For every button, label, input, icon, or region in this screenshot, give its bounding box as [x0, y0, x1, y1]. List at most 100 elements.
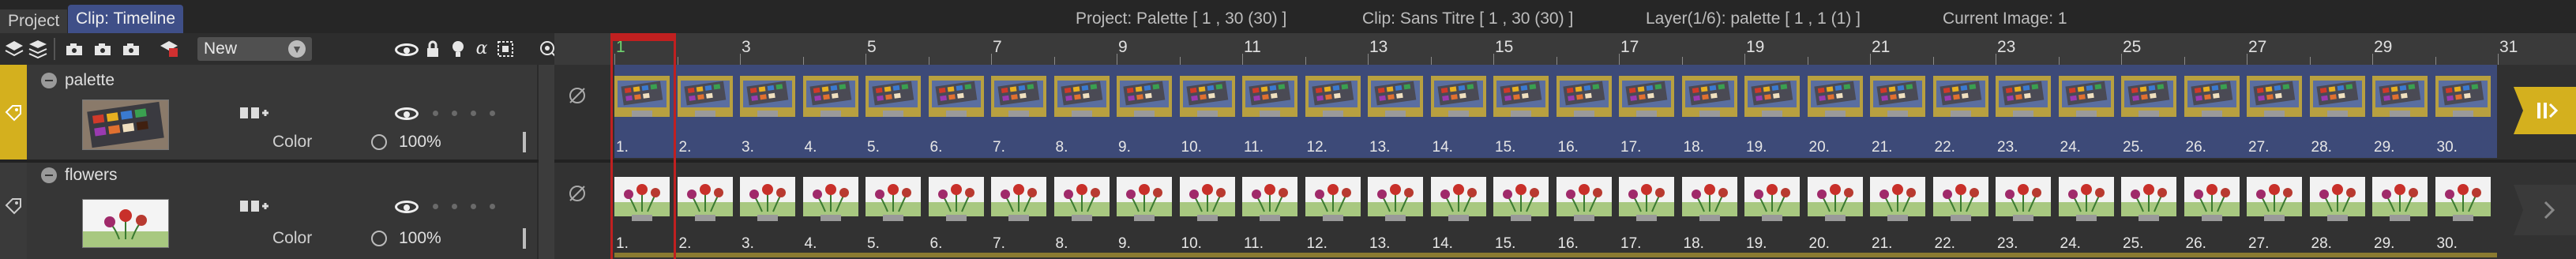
flowers-frame[interactable] [1556, 177, 1612, 226]
collapse-icon[interactable] [41, 73, 57, 88]
palette-frame[interactable] [1053, 76, 1110, 122]
camera-copy-icon[interactable] [120, 38, 142, 60]
collapse-icon[interactable] [41, 167, 57, 183]
flowers-frame[interactable] [991, 177, 1046, 226]
flowers-frame[interactable] [740, 177, 795, 226]
flowers-frame[interactable] [614, 177, 670, 226]
palette-frame[interactable] [1305, 76, 1361, 122]
palette-frame[interactable] [991, 76, 1046, 122]
flowers-frame[interactable] [1870, 177, 1925, 226]
palette-frame[interactable] [740, 76, 795, 122]
flowers-frame[interactable] [2435, 177, 2491, 226]
layer-visibility-icon[interactable] [395, 201, 419, 213]
palette-frame[interactable] [1242, 76, 1297, 122]
palette-frame[interactable] [866, 76, 921, 122]
flowers-frame[interactable] [2247, 177, 2302, 226]
motion-icon[interactable] [238, 104, 270, 126]
flowers-frame[interactable] [928, 177, 984, 226]
flowers-frame[interactable] [1053, 177, 1110, 226]
flowers-frame[interactable] [2121, 177, 2176, 226]
palette-frame[interactable] [1556, 76, 1612, 122]
alpha-icon[interactable]: α [471, 38, 493, 60]
flowers-frame[interactable] [1493, 177, 1549, 226]
frame-ruler[interactable]: 1 3 5 7 9 11 13 15 17 19 21 23 25 27 29 31 [554, 33, 2576, 65]
flowers-frame[interactable] [1619, 177, 1674, 226]
opacity-slider[interactable] [523, 228, 526, 249]
palette-end-tab[interactable] [2514, 87, 2576, 134]
opacity-slider[interactable] [523, 132, 526, 152]
flowers-frame[interactable] [1996, 177, 2051, 226]
palette-frame[interactable] [2372, 76, 2428, 122]
palette-frame[interactable] [614, 76, 670, 122]
flowers-end-tab[interactable] [2514, 185, 2576, 235]
motion-icon[interactable] [238, 197, 270, 220]
lock-toggle-dot[interactable] [433, 111, 438, 116]
alpha-toggle-dot[interactable] [471, 111, 476, 116]
palette-frame[interactable] [677, 76, 733, 122]
palette-frame[interactable] [802, 76, 858, 122]
empty-frame-icon[interactable] [567, 183, 588, 204]
new-layer-dropdown[interactable]: New ▼ [197, 37, 312, 61]
select-box-icon[interactable] [494, 38, 516, 60]
flowers-frame[interactable] [802, 177, 858, 226]
layer-row-flowers[interactable]: flowers Color 100% [0, 163, 537, 259]
palette-frame[interactable] [1807, 76, 1863, 122]
select-toggle-dot[interactable] [490, 111, 495, 116]
palette-frame[interactable] [2435, 76, 2491, 122]
palette-frame[interactable] [1681, 76, 1737, 122]
flowers-frame[interactable] [1744, 177, 1800, 226]
playhead-marker[interactable] [610, 33, 676, 41]
flowers-frame[interactable] [2058, 177, 2114, 226]
light-toggle-dot[interactable] [452, 111, 457, 116]
palette-frame[interactable] [1430, 76, 1486, 122]
palette-frame[interactable] [928, 76, 984, 122]
delete-layer-icon[interactable] [158, 38, 180, 60]
lock-icon[interactable] [422, 38, 444, 60]
palette-frame[interactable] [2184, 76, 2240, 122]
palette-frame[interactable] [1368, 76, 1423, 122]
camera-icon[interactable] [63, 38, 85, 60]
tab-project[interactable]: Project [0, 9, 68, 33]
visibility-eye-icon[interactable] [395, 43, 419, 56]
flowers-frame[interactable] [1117, 177, 1172, 226]
flowers-frame[interactable] [1681, 177, 1737, 226]
flowers-frame[interactable] [1242, 177, 1297, 226]
flowers-frame[interactable] [2372, 177, 2428, 226]
light-toggle-dot[interactable] [452, 204, 457, 209]
alpha-toggle-dot[interactable] [471, 204, 476, 209]
camera-add-icon[interactable] [92, 38, 114, 60]
palette-frame[interactable] [2247, 76, 2302, 122]
palette-frame[interactable] [1493, 76, 1549, 122]
light-icon[interactable] [447, 38, 469, 60]
empty-frame-icon[interactable] [567, 85, 588, 106]
flowers-frame[interactable] [1368, 177, 1423, 226]
layer-visibility-icon[interactable] [395, 107, 419, 120]
palette-frame[interactable] [1179, 76, 1235, 122]
flowers-frame[interactable] [2184, 177, 2240, 226]
flowers-frame[interactable] [1305, 177, 1361, 226]
palette-frame[interactable] [1932, 76, 1988, 122]
select-toggle-dot[interactable] [490, 204, 495, 209]
palette-frame[interactable] [2121, 76, 2176, 122]
tab-clip-timeline[interactable]: Clip: Timeline [68, 5, 184, 33]
lock-toggle-dot[interactable] [433, 204, 438, 209]
flowers-frame[interactable] [1430, 177, 1486, 226]
flowers-frame[interactable] [1932, 177, 1988, 226]
panel-splitter[interactable] [539, 65, 554, 259]
flowers-frame[interactable] [866, 177, 921, 226]
palette-frame[interactable] [1996, 76, 2051, 122]
opacity-value[interactable]: 100% [399, 133, 441, 152]
palette-frame[interactable] [2309, 76, 2365, 122]
layer-name[interactable]: flowers [65, 166, 118, 185]
layers-down-icon[interactable] [27, 38, 49, 60]
flowers-frame[interactable] [677, 177, 733, 226]
palette-frame[interactable] [1117, 76, 1172, 122]
palette-frame[interactable] [1619, 76, 1674, 122]
palette-frame[interactable] [1870, 76, 1925, 122]
flowers-frame[interactable] [2309, 177, 2365, 226]
palette-frame[interactable] [2058, 76, 2114, 122]
flowers-frame[interactable] [1807, 177, 1863, 226]
palette-frame[interactable] [1744, 76, 1800, 122]
layer-name[interactable]: palette [65, 71, 115, 90]
flowers-frame[interactable] [1179, 177, 1235, 226]
